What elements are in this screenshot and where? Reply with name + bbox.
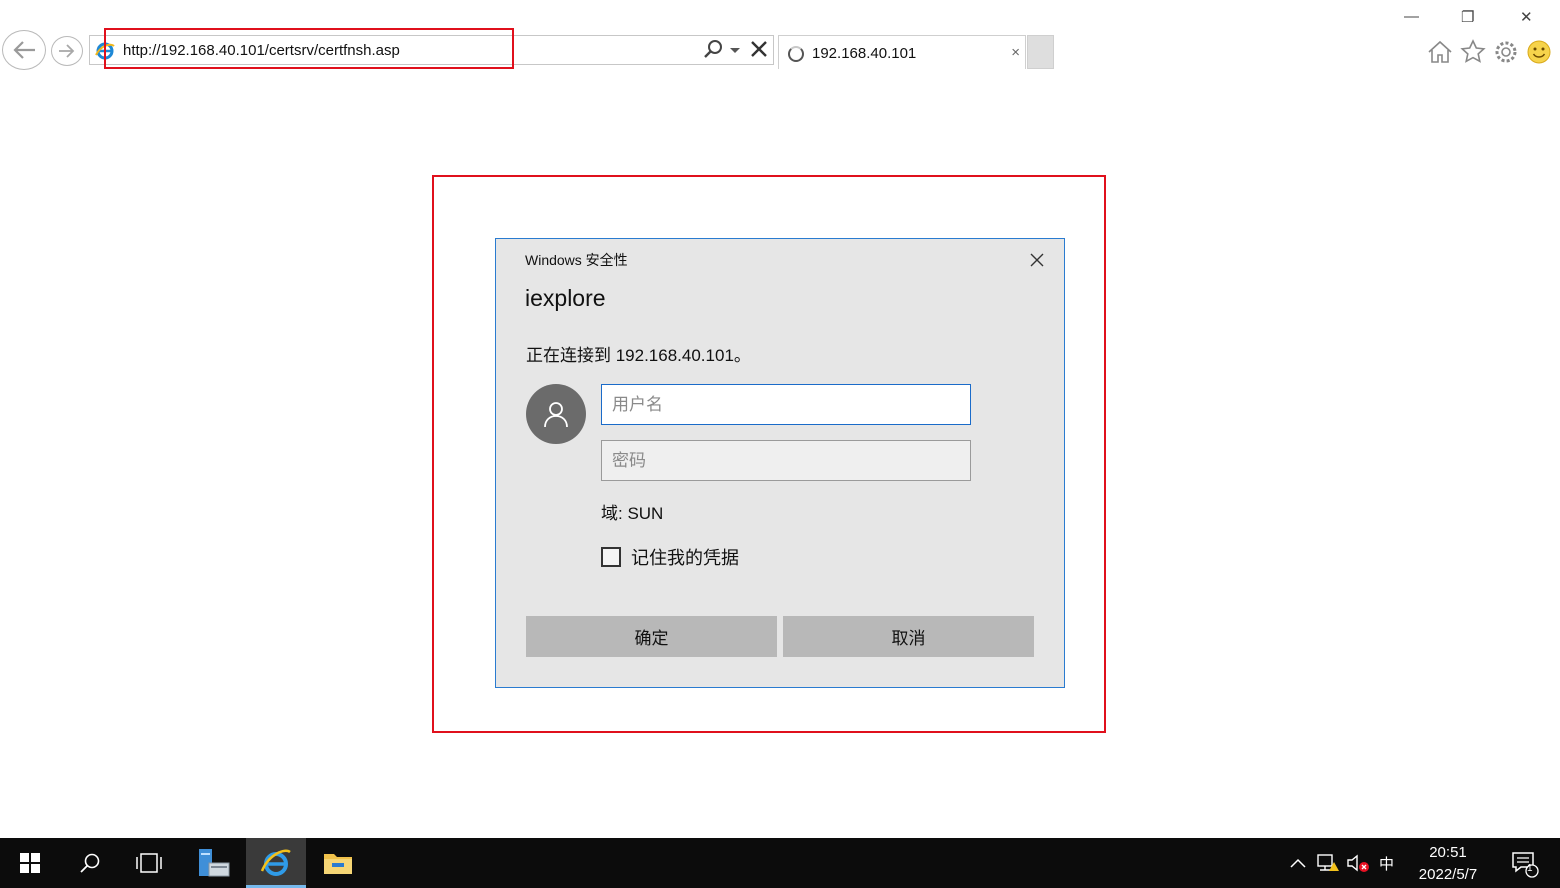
address-bar[interactable]: http://192.168.40.101/certsrv/certfnsh.a… bbox=[89, 35, 774, 65]
network-status-button[interactable] bbox=[1314, 838, 1342, 888]
loading-icon bbox=[788, 46, 804, 62]
notification-count: 1 bbox=[1527, 863, 1533, 874]
search-icon bbox=[80, 853, 100, 873]
task-view-button[interactable] bbox=[121, 838, 177, 888]
dropdown-icon bbox=[730, 48, 740, 53]
clock[interactable]: 20:51 2022/5/7 bbox=[1400, 842, 1496, 886]
clock-time: 20:51 bbox=[1429, 844, 1467, 861]
dialog-message: 正在连接到 192.168.40.101。 bbox=[526, 346, 751, 365]
dialog-title: Windows 安全性 bbox=[525, 252, 628, 268]
avatar bbox=[526, 384, 586, 444]
search-icon bbox=[704, 40, 722, 58]
task-view-icon bbox=[136, 853, 162, 873]
remember-credentials-checkbox[interactable]: 记住我的凭据 bbox=[601, 544, 739, 570]
back-button[interactable] bbox=[2, 30, 46, 70]
action-center-button[interactable]: 1 bbox=[1504, 838, 1544, 888]
search-button[interactable] bbox=[703, 39, 723, 64]
close-icon[interactable]: ✕ bbox=[1520, 8, 1533, 26]
internet-explorer-icon bbox=[260, 849, 291, 876]
back-icon bbox=[13, 41, 35, 59]
favorites-button[interactable] bbox=[1459, 38, 1487, 66]
password-input[interactable] bbox=[601, 440, 971, 481]
user-icon bbox=[544, 402, 568, 428]
start-button[interactable] bbox=[0, 838, 60, 888]
restore-icon[interactable]: ❐ bbox=[1461, 8, 1474, 26]
tab-title: 192.168.40.101 bbox=[812, 45, 917, 62]
feedback-smiley-icon bbox=[1527, 40, 1551, 64]
close-icon bbox=[1030, 253, 1044, 267]
stop-button[interactable] bbox=[749, 39, 769, 64]
address-url[interactable]: http://192.168.40.101/certsrv/certfnsh.a… bbox=[123, 42, 400, 59]
new-tab-button[interactable] bbox=[1027, 35, 1054, 69]
volume-button[interactable] bbox=[1344, 838, 1372, 888]
taskbar: 中 20:51 2022/5/7 1 bbox=[0, 838, 1560, 888]
file-explorer-button[interactable] bbox=[310, 838, 366, 888]
tab-close-icon[interactable]: × bbox=[1011, 44, 1020, 61]
forward-button[interactable] bbox=[51, 36, 83, 66]
username-input[interactable] bbox=[601, 384, 971, 425]
server-manager-button[interactable] bbox=[185, 838, 243, 888]
windows-start-icon bbox=[20, 853, 40, 873]
notification-icon bbox=[1512, 852, 1539, 878]
clock-date: 2022/5/7 bbox=[1418, 866, 1478, 883]
domain-label: 域: SUN bbox=[601, 504, 664, 523]
home-button[interactable] bbox=[1426, 38, 1454, 66]
volume-muted-icon bbox=[1347, 854, 1369, 872]
minimize-icon[interactable]: — bbox=[1404, 8, 1419, 25]
dialog-app-name: iexplore bbox=[525, 285, 606, 311]
ime-indicator[interactable]: 中 bbox=[1379, 853, 1394, 874]
remember-credentials-label: 记住我的凭据 bbox=[631, 548, 739, 568]
ie-favicon-icon bbox=[95, 42, 115, 60]
ok-button[interactable]: 确定 bbox=[526, 616, 777, 657]
windows-security-dialog: Windows 安全性 iexplore 正在连接到 192.168.40.10… bbox=[495, 238, 1065, 688]
settings-button[interactable] bbox=[1492, 38, 1520, 66]
address-dropdown-button[interactable] bbox=[729, 41, 741, 62]
settings-gear-icon bbox=[1495, 41, 1517, 63]
browser-tab[interactable]: 192.168.40.101 × bbox=[778, 35, 1026, 69]
chevron-up-icon bbox=[1290, 858, 1306, 868]
file-explorer-icon bbox=[324, 854, 352, 874]
home-icon bbox=[1428, 40, 1452, 63]
stop-icon bbox=[751, 41, 767, 57]
checkbox-box[interactable] bbox=[601, 547, 621, 567]
favorites-star-icon bbox=[1460, 39, 1486, 63]
browser-toolbar: http://192.168.40.101/certsrv/certfnsh.a… bbox=[0, 0, 1560, 80]
network-warning-icon bbox=[1317, 854, 1339, 871]
dialog-close-button[interactable] bbox=[1026, 249, 1048, 271]
feedback-button[interactable] bbox=[1525, 38, 1553, 66]
server-manager-icon bbox=[199, 849, 230, 877]
show-hidden-icons-button[interactable] bbox=[1286, 838, 1310, 888]
cancel-button[interactable]: 取消 bbox=[783, 616, 1034, 657]
taskbar-search-button[interactable] bbox=[62, 838, 118, 888]
internet-explorer-button[interactable] bbox=[246, 838, 306, 888]
forward-icon bbox=[59, 44, 75, 58]
